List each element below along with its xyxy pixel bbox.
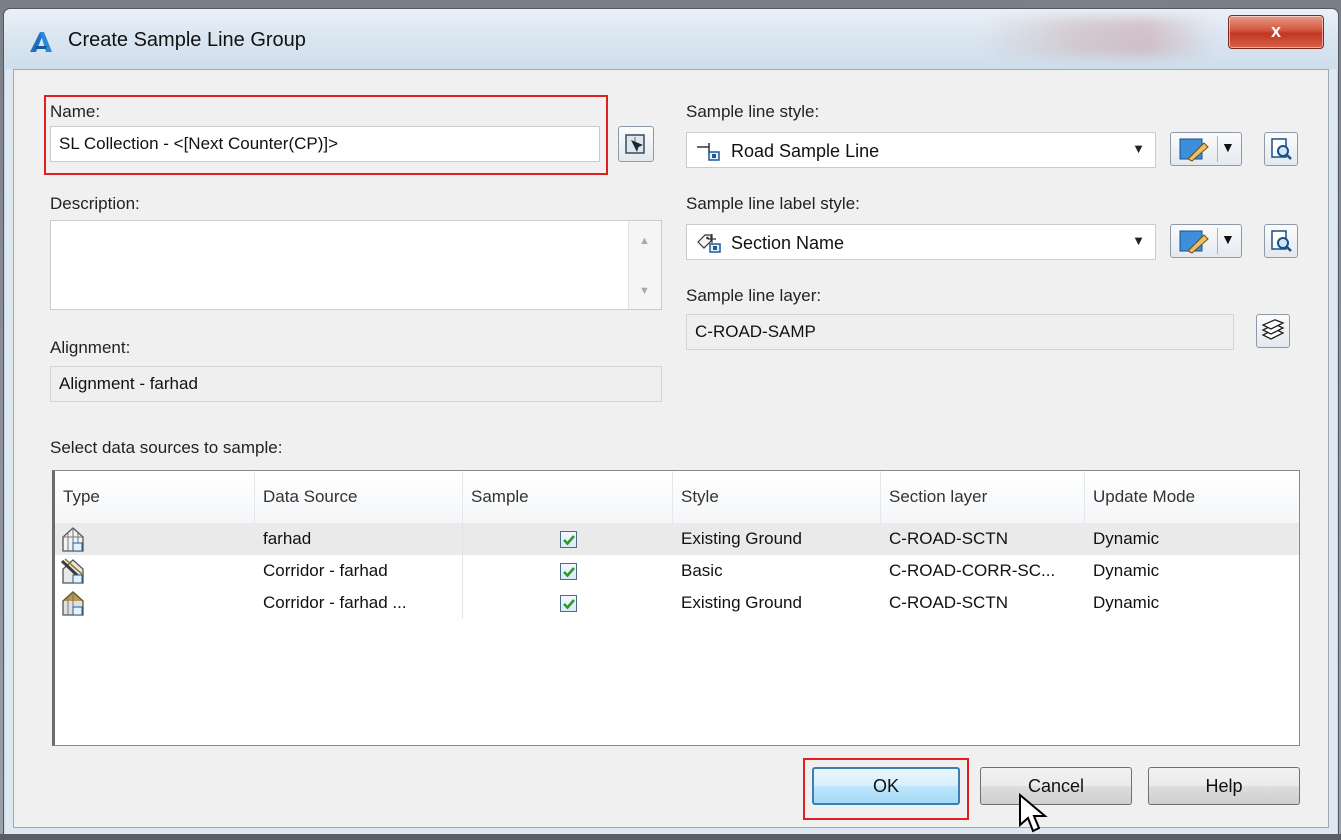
scroll-up-arrow-icon[interactable]: ▲ xyxy=(639,235,650,247)
title-bar[interactable]: Create Sample Line Group x xyxy=(4,9,1338,69)
sample-line-layer-label: Sample line layer: xyxy=(686,286,822,305)
update-mode-cell[interactable]: Dynamic xyxy=(1085,523,1300,555)
column-header-update-mode[interactable]: Update Mode xyxy=(1085,471,1300,523)
style-cell[interactable]: Existing Ground xyxy=(673,587,881,619)
label-style-preview-button[interactable] xyxy=(1264,224,1298,258)
taskbar-edge xyxy=(0,834,1341,840)
corridor-surface-icon xyxy=(62,591,84,616)
chevron-down-icon[interactable]: ▼ xyxy=(1221,231,1235,247)
sample-line-style-preview-button[interactable] xyxy=(1264,132,1298,166)
label-style-edit-button[interactable]: ▼ xyxy=(1170,224,1242,258)
sample-line-style-label: Sample line style: xyxy=(686,102,820,121)
description-scrollbar[interactable]: ▲ ▼ xyxy=(628,221,661,309)
name-highlight-box xyxy=(44,95,608,175)
name-template-button[interactable]: I xyxy=(618,126,654,162)
corridor-icon xyxy=(60,558,84,584)
layers-icon xyxy=(1261,319,1285,340)
sample-checkbox[interactable] xyxy=(560,531,577,548)
split-divider xyxy=(1217,228,1218,254)
dialog-title: Create Sample Line Group xyxy=(68,29,306,51)
chevron-down-icon[interactable]: ▼ xyxy=(1132,233,1145,248)
close-button[interactable]: x xyxy=(1228,15,1324,49)
table-row[interactable]: Corridor - farhad ... Existing Ground C-… xyxy=(55,587,1299,619)
column-header-sample[interactable]: Sample xyxy=(463,471,673,523)
preview-magnifier-icon xyxy=(1271,138,1292,160)
column-header-section-layer[interactable]: Section layer xyxy=(881,471,1085,523)
table-row[interactable]: Corridor - farhad Basic C-ROAD-CORR-SC..… xyxy=(55,555,1299,587)
section-label-icon xyxy=(697,234,721,253)
sample-line-icon xyxy=(697,143,720,161)
sample-line-label-style-label: Sample line label style: xyxy=(686,194,860,213)
preview-magnifier-icon xyxy=(1271,230,1292,252)
sample-line-layer-field: C-ROAD-SAMP xyxy=(686,314,1234,350)
grid-header: Type Data Source Sample Style Section la… xyxy=(55,471,1299,524)
description-textarea[interactable]: ▲ ▼ xyxy=(50,220,662,310)
style-cell[interactable]: Basic xyxy=(673,555,881,587)
layer-select-button[interactable] xyxy=(1256,314,1290,348)
sample-checkbox[interactable] xyxy=(560,595,577,612)
title-bar-glass xyxy=(984,17,1214,57)
ok-button[interactable]: OK xyxy=(812,767,960,805)
name-template-icon: I xyxy=(625,134,645,154)
sample-line-label-style-dropdown[interactable]: Section Name ▼ xyxy=(686,224,1156,260)
help-button[interactable]: Help xyxy=(1148,767,1300,805)
data-sources-grid: Type Data Source Sample Style Section la… xyxy=(52,470,1300,746)
edit-style-icon xyxy=(1179,138,1209,162)
column-header-type[interactable]: Type xyxy=(55,471,255,523)
sample-line-label-style-value: Section Name xyxy=(731,233,845,253)
update-mode-cell[interactable]: Dynamic xyxy=(1085,587,1300,619)
cancel-button[interactable]: Cancel xyxy=(980,767,1132,805)
style-cell[interactable]: Existing Ground xyxy=(673,523,881,555)
data-source-cell: Corridor - farhad ... xyxy=(255,587,463,619)
checkmark-icon xyxy=(563,599,575,610)
sample-line-style-dropdown[interactable]: Road Sample Line ▼ xyxy=(686,132,1156,168)
section-layer-cell[interactable]: C-ROAD-SCTN xyxy=(881,587,1085,619)
create-sample-line-group-dialog: Create Sample Line Group x Name: SL Coll… xyxy=(3,8,1339,836)
sample-checkbox[interactable] xyxy=(560,563,577,580)
alignment-label: Alignment: xyxy=(50,338,131,357)
autocad-logo-icon xyxy=(30,32,52,52)
section-layer-cell[interactable]: C-ROAD-SCTN xyxy=(881,523,1085,555)
scroll-down-arrow-icon[interactable]: ▼ xyxy=(639,285,650,297)
surface-icon xyxy=(62,527,84,552)
section-layer-cell[interactable]: C-ROAD-CORR-SC... xyxy=(881,555,1085,587)
chevron-down-icon[interactable]: ▼ xyxy=(1221,139,1235,155)
update-mode-cell[interactable]: Dynamic xyxy=(1085,555,1300,587)
mouse-pointer-icon xyxy=(1019,793,1048,833)
edit-style-icon xyxy=(1179,230,1209,254)
svg-text:I: I xyxy=(634,137,636,144)
split-divider xyxy=(1217,136,1218,162)
description-label: Description: xyxy=(50,194,140,213)
sample-line-style-value: Road Sample Line xyxy=(731,141,880,161)
alignment-field: Alignment - farhad xyxy=(50,366,662,402)
checkmark-icon xyxy=(563,567,575,578)
data-source-cell: Corridor - farhad xyxy=(255,555,463,587)
chevron-down-icon[interactable]: ▼ xyxy=(1132,141,1145,156)
data-source-cell: farhad xyxy=(255,523,463,555)
column-header-style[interactable]: Style xyxy=(673,471,881,523)
column-header-data-source[interactable]: Data Source xyxy=(255,471,463,523)
sample-line-style-edit-button[interactable]: ▼ xyxy=(1170,132,1242,166)
data-sources-label: Select data sources to sample: xyxy=(50,438,283,457)
checkmark-icon xyxy=(563,535,575,546)
table-row[interactable]: farhad Existing Ground C-ROAD-SCTN Dynam… xyxy=(55,523,1299,555)
dialog-body: Name: SL Collection - <[Next Counter(CP)… xyxy=(13,69,1329,828)
